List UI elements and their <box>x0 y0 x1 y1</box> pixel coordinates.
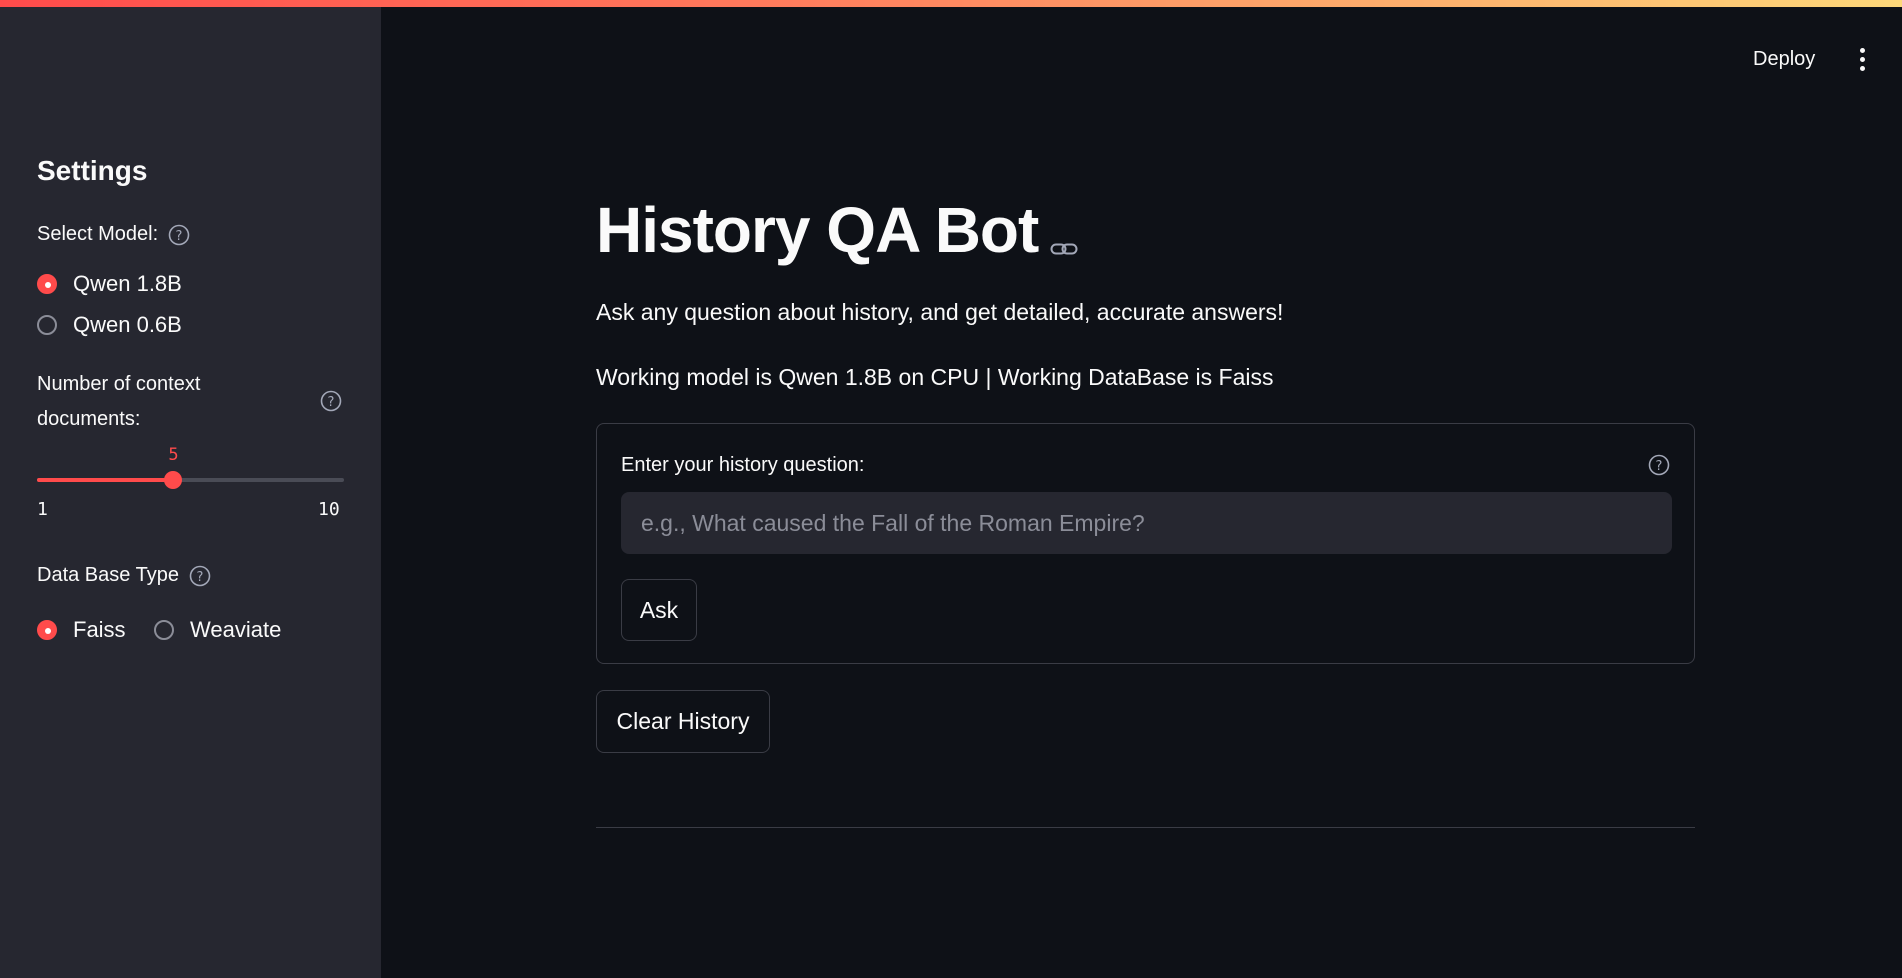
svg-text:?: ? <box>176 229 183 244</box>
deploy-button[interactable]: Deploy <box>1753 48 1815 71</box>
help-icon[interactable]: ? <box>168 224 190 246</box>
ask-button[interactable]: Ask <box>621 579 697 641</box>
slider-fill <box>37 478 174 482</box>
top-decoration-bar <box>0 0 1902 7</box>
divider <box>596 827 1695 828</box>
radio-label: Qwen 0.6B <box>73 312 182 337</box>
help-icon[interactable]: ? <box>1648 454 1670 476</box>
model-select-label-row: Select Model: ? <box>37 223 190 246</box>
more-menu-icon[interactable] <box>1852 48 1872 74</box>
radio-button-selected[interactable] <box>37 620 57 640</box>
description-text: Ask any question about history, and get … <box>596 299 1284 325</box>
help-icon[interactable]: ? <box>189 565 211 587</box>
slider-min-label: 1 <box>37 499 48 520</box>
question-label: Enter your history question: <box>621 454 865 476</box>
context-slider-label: Number of context documents: <box>37 367 200 437</box>
db-select-label: Data Base Type <box>37 564 179 586</box>
svg-text:?: ? <box>1656 459 1663 474</box>
sidebar-title: Settings <box>37 155 148 186</box>
db-select-label-row: Data Base Type ? <box>37 564 211 587</box>
radio-button[interactable] <box>154 620 174 640</box>
slider-max-label: 10 <box>318 499 340 520</box>
radio-option-qwen-0-6b[interactable]: Qwen 0.6B <box>37 312 182 338</box>
page-title: History QA Bot <box>596 194 1039 266</box>
question-form: Enter your history question: ? Ask <box>596 423 1695 664</box>
svg-text:?: ? <box>328 395 335 410</box>
context-slider-label-line1: Number of context <box>37 373 201 395</box>
link-icon[interactable] <box>1050 198 1078 272</box>
radio-button[interactable] <box>37 315 57 335</box>
svg-text:?: ? <box>197 570 204 585</box>
radio-label: Faiss <box>73 617 126 642</box>
radio-button-selected[interactable] <box>37 274 57 294</box>
radio-option-weaviate[interactable]: Weaviate <box>154 617 281 643</box>
context-slider[interactable]: 5 <box>37 445 344 489</box>
slider-value: 5 <box>168 445 179 465</box>
radio-option-qwen-1-8b[interactable]: Qwen 1.8B <box>37 271 182 297</box>
sidebar: Settings Select Model: ? Qwen 1.8B Qwen … <box>0 7 381 978</box>
radio-label: Qwen 1.8B <box>73 271 182 296</box>
slider-thumb[interactable] <box>164 471 183 489</box>
help-icon[interactable]: ? <box>320 390 342 412</box>
radio-option-faiss[interactable]: Faiss <box>37 617 126 643</box>
context-slider-label-line2: documents: <box>37 408 141 430</box>
model-select-label: Select Model: <box>37 223 159 245</box>
status-text: Working model is Qwen 1.8B on CPU | Work… <box>596 364 1274 390</box>
page-title-row: History QA Bot <box>596 188 1078 272</box>
radio-label: Weaviate <box>190 617 282 642</box>
clear-history-button[interactable]: Clear History <box>596 690 770 753</box>
question-input[interactable] <box>621 492 1672 554</box>
